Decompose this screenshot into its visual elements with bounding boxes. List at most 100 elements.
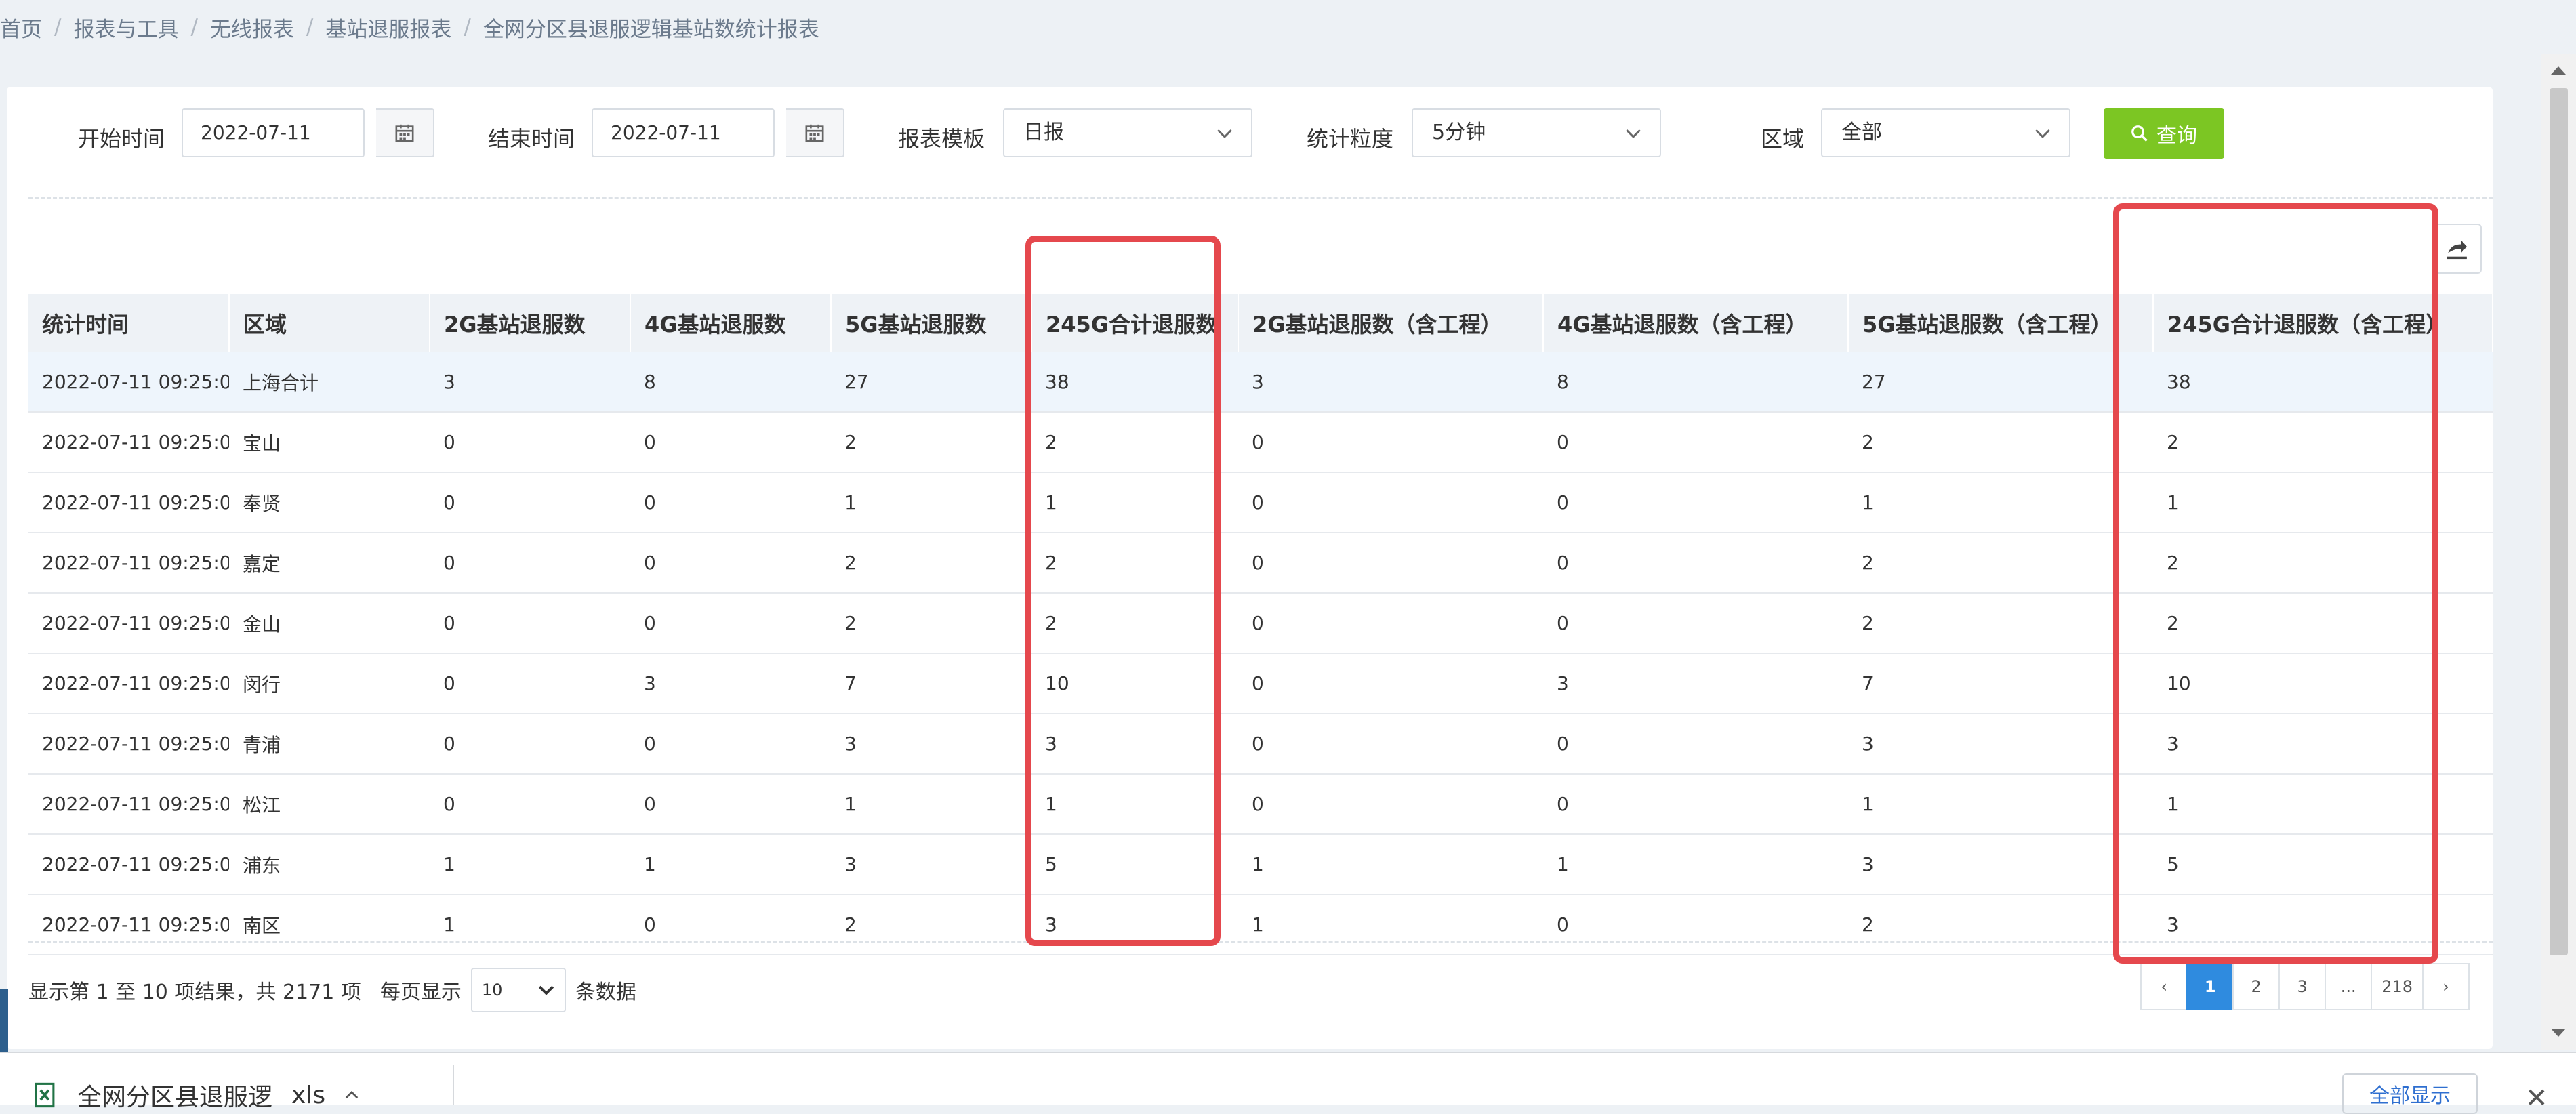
table-cell: 0 bbox=[1543, 533, 1848, 594]
per-page-select[interactable]: 10 bbox=[470, 968, 566, 1012]
breadcrumb-separator: / bbox=[464, 15, 471, 39]
breadcrumb-station-outage[interactable]: 基站退服报表 bbox=[325, 12, 451, 43]
divider bbox=[28, 941, 2493, 943]
next-page-button[interactable]: › bbox=[2422, 963, 2470, 1010]
table-cell: 0 bbox=[1238, 412, 1543, 473]
table-cell: 上海合计 bbox=[229, 352, 430, 413]
granularity-label: 统计粒度 bbox=[1307, 126, 1394, 152]
table-cell: 0 bbox=[430, 533, 630, 594]
scroll-up-arrow-icon[interactable] bbox=[2551, 66, 2566, 75]
pagination: ‹ 1 2 3 ... 218 › bbox=[2140, 963, 2470, 1010]
table-cell: 10 bbox=[1031, 653, 1238, 714]
table-cell: 1 bbox=[831, 774, 1031, 835]
page-button-3[interactable]: 3 bbox=[2278, 963, 2327, 1010]
per-page-suffix: 条数据 bbox=[575, 981, 636, 1004]
page-scrollbar[interactable] bbox=[2541, 54, 2576, 1050]
table-cell: 3 bbox=[1848, 834, 2153, 895]
table-row[interactable]: 2022-07-11 09:25:00 青浦 0 0 3 3 0 0 3 3 bbox=[28, 714, 2493, 775]
table-row[interactable]: 2022-07-11 09:25:00 南区 1 0 2 3 1 0 2 3 bbox=[28, 894, 2493, 955]
table-cell: 0 bbox=[1543, 894, 1848, 955]
table-cell: 27 bbox=[1848, 352, 2153, 413]
table-cell: 0 bbox=[430, 472, 630, 533]
column-header[interactable]: 245G合计退服数（含工程） bbox=[2153, 294, 2493, 352]
scroll-down-arrow-icon[interactable] bbox=[2551, 1029, 2566, 1037]
start-date-input[interactable]: 2022-07-11 bbox=[182, 108, 365, 157]
breadcrumb-reports-tools[interactable]: 报表与工具 bbox=[73, 12, 178, 43]
column-header[interactable]: 245G合计退服数 bbox=[1031, 294, 1239, 352]
table-row[interactable]: 2022-07-11 09:25:00 上海合计 3 8 27 38 3 8 27 38 bbox=[28, 352, 2493, 413]
table-cell: 松江 bbox=[229, 774, 430, 835]
column-header[interactable]: 2G基站退服数（含工程） bbox=[1238, 294, 1544, 352]
table-row[interactable]: 2022-07-11 09:25:00 松江 0 0 1 1 0 0 1 1 bbox=[28, 774, 2493, 835]
table-row[interactable]: 2022-07-11 09:25:00 闵行 0 3 7 10 0 3 7 10 bbox=[28, 653, 2493, 714]
region-select[interactable]: 全部 bbox=[1821, 108, 2070, 157]
table-cell: 0 bbox=[430, 714, 630, 775]
table-row[interactable]: 2022-07-11 09:25:00 宝山 0 0 2 2 0 0 2 2 bbox=[28, 412, 2493, 473]
template-select[interactable]: 日报 bbox=[1003, 108, 1252, 157]
table-cell: 7 bbox=[1848, 653, 2153, 714]
table-cell: 0 bbox=[1543, 412, 1848, 473]
export-button[interactable] bbox=[2432, 224, 2482, 274]
column-header[interactable]: 区域 bbox=[229, 294, 430, 352]
table-cell: 2 bbox=[831, 412, 1031, 473]
breadcrumb-wireless-reports[interactable]: 无线报表 bbox=[210, 12, 294, 43]
column-header[interactable]: 5G基站退服数 bbox=[831, 294, 1032, 352]
table-cell: 0 bbox=[430, 774, 630, 835]
result-count-text: 显示第 1 至 10 项结果，共 2171 项 bbox=[28, 981, 361, 1004]
chevron-down-icon bbox=[1626, 129, 1641, 138]
table-cell: 2 bbox=[831, 593, 1031, 654]
search-icon bbox=[2131, 125, 2148, 142]
report-table: 统计时间 区域 2G基站退服数 4G基站退服数 5G基站退服数 245G合计退服… bbox=[28, 294, 2493, 955]
table-cell: 3 bbox=[2153, 714, 2493, 775]
query-button[interactable]: 查询 bbox=[2104, 108, 2224, 159]
prev-page-button[interactable]: ‹ bbox=[2140, 963, 2188, 1010]
download-bar-divider bbox=[453, 1065, 454, 1105]
table-cell: 浦东 bbox=[229, 834, 430, 895]
table-footer: 显示第 1 至 10 项结果，共 2171 项 每页显示 10 条数据 bbox=[28, 968, 636, 1012]
table-cell: 2022-07-11 09:25:00 bbox=[28, 714, 229, 775]
table-cell: 3 bbox=[2153, 894, 2493, 955]
breadcrumb-separator: / bbox=[54, 15, 62, 39]
column-header[interactable]: 4G基站退服数 bbox=[630, 294, 832, 352]
table-row[interactable]: 2022-07-11 09:25:00 金山 0 0 2 2 0 0 2 2 bbox=[28, 593, 2493, 654]
granularity-select[interactable]: 5分钟 bbox=[1412, 108, 1661, 157]
table-cell: 金山 bbox=[229, 593, 430, 654]
show-all-downloads-button[interactable]: 全部显示 bbox=[2342, 1073, 2478, 1114]
page-button-last[interactable]: 218 bbox=[2371, 963, 2424, 1010]
table-cell: 0 bbox=[1543, 774, 1848, 835]
excel-file-icon bbox=[35, 1082, 55, 1108]
table-row[interactable]: 2022-07-11 09:25:00 浦东 1 1 3 5 1 1 3 5 bbox=[28, 834, 2493, 895]
table-cell: 0 bbox=[630, 412, 831, 473]
scrollbar-thumb[interactable] bbox=[2550, 88, 2568, 955]
table-cell: 3 bbox=[1543, 653, 1848, 714]
page-button-1[interactable]: 1 bbox=[2186, 963, 2234, 1010]
breadcrumb-separator: / bbox=[190, 15, 198, 39]
download-item[interactable]: 全网分区县退服逻 xls bbox=[33, 1077, 359, 1113]
column-header[interactable]: 4G基站退服数（含工程） bbox=[1543, 294, 1849, 352]
column-header[interactable]: 统计时间 bbox=[28, 294, 230, 352]
table-cell: 3 bbox=[1031, 894, 1238, 955]
page-button-2[interactable]: 2 bbox=[2232, 963, 2281, 1010]
column-header[interactable]: 2G基站退服数 bbox=[430, 294, 631, 352]
end-calendar-button[interactable] bbox=[786, 108, 844, 157]
table-cell: 3 bbox=[1238, 352, 1543, 413]
side-collapse-tab[interactable] bbox=[0, 989, 8, 1053]
close-icon[interactable]: ✕ bbox=[2525, 1083, 2548, 1114]
table-row[interactable]: 2022-07-11 09:25:00 嘉定 0 0 2 2 0 0 2 2 bbox=[28, 533, 2493, 594]
table-cell: 7 bbox=[831, 653, 1031, 714]
region-select-value: 全部 bbox=[1841, 121, 1882, 144]
breadcrumb-home[interactable]: 首页 bbox=[0, 12, 42, 43]
end-date-input[interactable]: 2022-07-11 bbox=[592, 108, 775, 157]
table-cell: 1 bbox=[1543, 834, 1848, 895]
table-cell: 1 bbox=[1031, 774, 1238, 835]
table-cell: 2 bbox=[2153, 533, 2493, 594]
chevron-down-icon bbox=[2035, 129, 2050, 138]
table-cell: 1 bbox=[1238, 834, 1543, 895]
table-row[interactable]: 2022-07-11 09:25:00 奉贤 0 0 1 1 0 0 1 1 bbox=[28, 472, 2493, 533]
column-header[interactable]: 5G基站退服数（含工程） bbox=[1848, 294, 2154, 352]
chevron-up-icon[interactable] bbox=[344, 1088, 359, 1102]
start-calendar-button[interactable] bbox=[376, 108, 434, 157]
table-cell: 2 bbox=[2153, 593, 2493, 654]
page-ellipsis: ... bbox=[2325, 963, 2373, 1010]
table-cell: 0 bbox=[1238, 533, 1543, 594]
